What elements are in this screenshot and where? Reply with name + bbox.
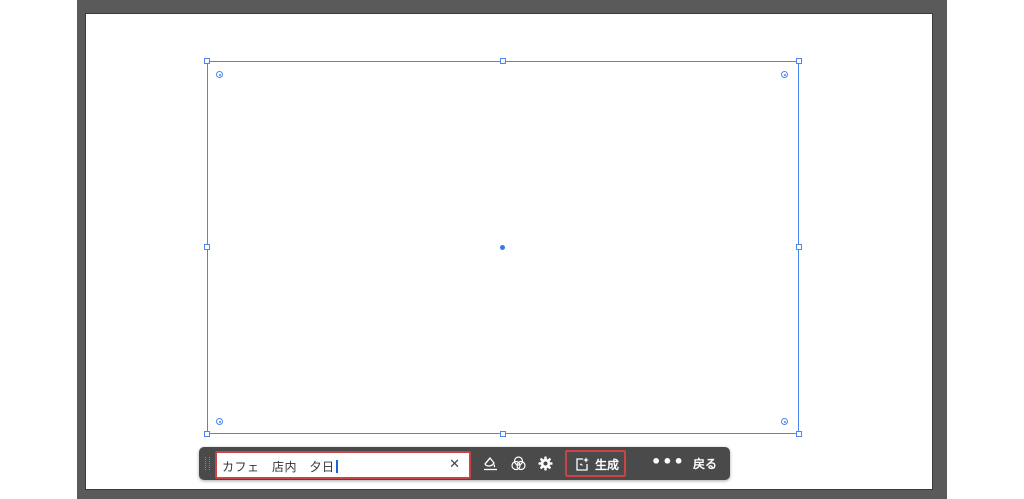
back-button[interactable]: 戻る <box>693 455 717 472</box>
resize-handle-top-right[interactable] <box>796 58 802 64</box>
generate-button[interactable]: 生成 <box>565 450 626 477</box>
corner-widget-bottom-right[interactable] <box>781 418 788 425</box>
contextual-taskbar: カフェ 店内 夕日 ✕ 生成 ••• 戻る <box>199 447 730 480</box>
corner-widget-bottom-left[interactable] <box>216 418 223 425</box>
corner-widget-top-left[interactable] <box>216 71 223 78</box>
corner-widget-top-right[interactable] <box>781 71 788 78</box>
center-point <box>500 245 505 250</box>
resize-handle-bottom[interactable] <box>500 431 506 437</box>
resize-handle-right[interactable] <box>796 244 802 250</box>
resize-handle-top[interactable] <box>500 58 506 64</box>
resize-handle-left[interactable] <box>204 244 210 250</box>
color-mix-icon[interactable] <box>510 455 527 472</box>
fill-style-icon[interactable] <box>482 455 499 472</box>
generate-label: 生成 <box>595 458 620 472</box>
close-icon[interactable]: ✕ <box>449 456 460 474</box>
prompt-text: カフェ 店内 夕日 <box>222 460 335 474</box>
resize-handle-bottom-left[interactable] <box>204 431 210 437</box>
resize-handle-top-left[interactable] <box>204 58 210 64</box>
more-options-button[interactable]: ••• <box>651 452 685 471</box>
resize-handle-bottom-right[interactable] <box>796 431 802 437</box>
drag-grip-icon[interactable] <box>205 457 210 470</box>
gear-icon[interactable] <box>537 455 554 472</box>
prompt-input[interactable]: カフェ 店内 夕日 ✕ <box>215 451 471 479</box>
sparkle-frame-icon <box>574 456 590 475</box>
text-caret <box>335 460 338 473</box>
